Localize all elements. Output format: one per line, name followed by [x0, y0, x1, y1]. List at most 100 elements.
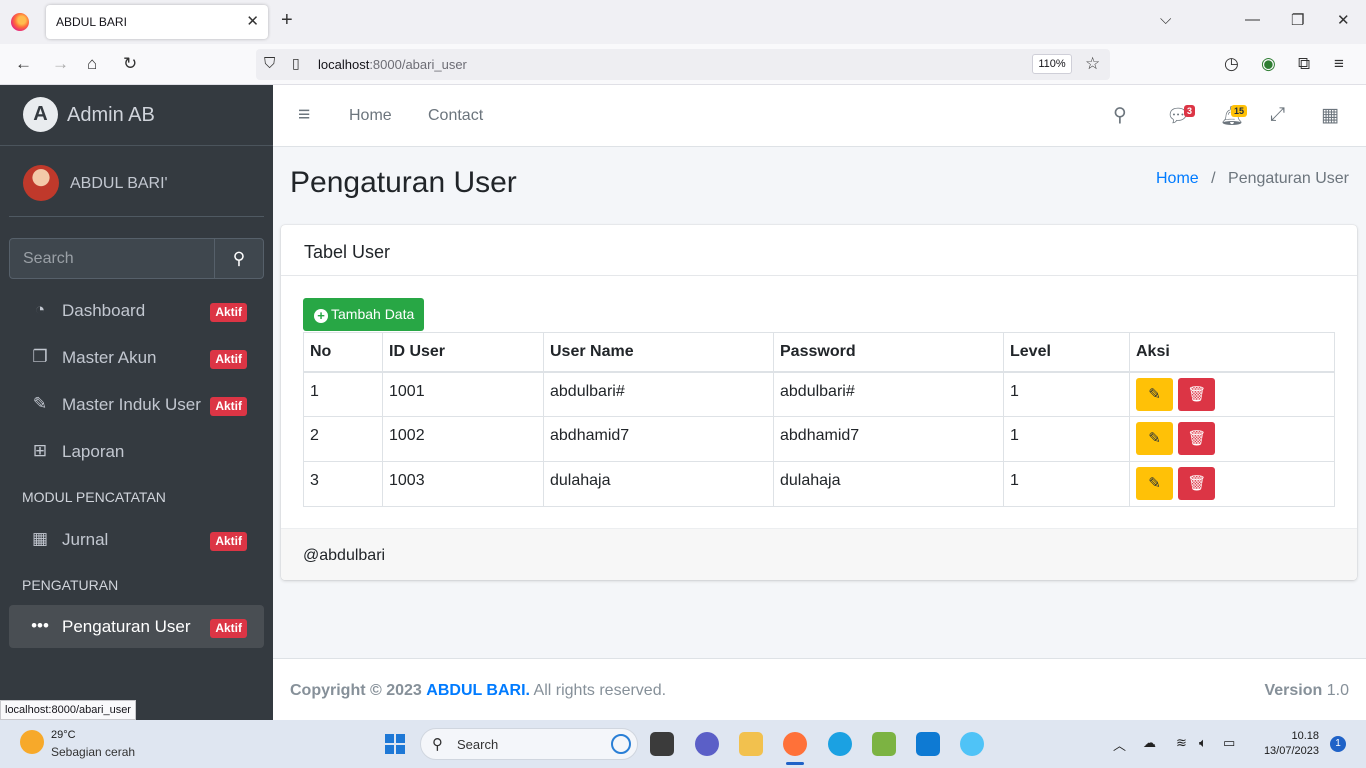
- clock-date: 13/07/2023: [1263, 745, 1319, 757]
- sidebar-item-master-akun[interactable]: ❐ Master Akun Aktif: [9, 336, 264, 379]
- nav-link-contact[interactable]: Contact: [428, 107, 483, 125]
- add-data-button[interactable]: + Tambah Data: [303, 298, 425, 331]
- main-footer: Copyright © 2023 ABDUL BARI. All rights …: [273, 658, 1366, 720]
- home-icon[interactable]: ⌂: [87, 54, 97, 74]
- delete-button[interactable]: 🗑︎: [1178, 422, 1216, 455]
- sidebar-item-label: Dashboard: [62, 301, 146, 320]
- weather-temp[interactable]: 29°C: [51, 729, 76, 741]
- delete-button[interactable]: 🗑︎: [1178, 467, 1216, 500]
- history-icon[interactable]: ◷: [1224, 54, 1239, 74]
- column-header: ID User: [382, 332, 544, 373]
- delete-button[interactable]: 🗑︎: [1178, 377, 1216, 411]
- column-header: User Name: [543, 332, 774, 373]
- reload-icon[interactable]: ↻: [123, 54, 137, 74]
- extensions-icon[interactable]: ⧉: [1298, 54, 1310, 74]
- brand-text: Admin AB: [67, 104, 155, 126]
- volume-icon[interactable]: 🔈︎: [1199, 735, 1207, 751]
- shield-icon[interactable]: ⛉: [264, 55, 275, 72]
- status-badge: Aktif: [210, 619, 247, 638]
- edit-button[interactable]: ✎: [1136, 467, 1173, 500]
- edit-button[interactable]: ✎: [1136, 422, 1173, 455]
- hamburger-menu-icon[interactable]: ≡: [298, 103, 310, 127]
- weather-desc[interactable]: Sebagian cerah: [51, 745, 135, 759]
- close-tab-icon[interactable]: ✕: [246, 12, 259, 30]
- cell-actions: ✎ 🗑︎: [1129, 461, 1335, 507]
- status-badge: Aktif: [210, 350, 247, 369]
- page-title: Pengaturan User: [290, 166, 517, 199]
- bookmark-star-icon[interactable]: ☆: [1085, 54, 1100, 74]
- edit-icon: ✎: [32, 394, 48, 413]
- cell-no: 3: [303, 461, 383, 507]
- version-label: Version: [1264, 682, 1323, 699]
- footer-brand-link[interactable]: ABDUL BARI.: [426, 682, 530, 699]
- chat-icon[interactable]: [695, 732, 719, 756]
- tab-title: ABDUL BARI: [56, 15, 127, 29]
- user-name[interactable]: ABDUL BARI': [70, 175, 168, 193]
- new-tab-icon[interactable]: +: [281, 9, 293, 32]
- weather-sun-icon[interactable]: [20, 730, 44, 754]
- taskbar-search[interactable]: ⚲ Search: [420, 728, 638, 760]
- url-bar[interactable]: ⛉ ▯ localhost:8000/abari_user 110% ☆: [256, 49, 1110, 80]
- sidebar-item-master-induk-user[interactable]: ✎ Master Induk User Aktif: [9, 383, 264, 426]
- status-url-tooltip: localhost:8000/abari_user: [0, 700, 136, 720]
- nav-link-home[interactable]: Home: [349, 107, 392, 125]
- sidebar-item-dashboard[interactable]: ◔ Dashboard Aktif: [9, 289, 264, 332]
- battery-icon[interactable]: ▭: [1223, 735, 1235, 751]
- firefox-taskbar-icon[interactable]: [783, 732, 807, 756]
- tray-chevron-icon[interactable]: ︿: [1113, 735, 1126, 754]
- close-window-icon[interactable]: ✕: [1337, 11, 1350, 29]
- status-badge: Aktif: [210, 532, 247, 551]
- back-icon[interactable]: ←: [15, 54, 32, 74]
- url-text[interactable]: localhost:8000/abari_user: [318, 57, 467, 72]
- sidebar-item-jurnal[interactable]: ▦ Jurnal Aktif: [9, 518, 264, 561]
- globe-app-icon[interactable]: [960, 732, 984, 756]
- sidebar-item-pengaturan-user[interactable]: ••• Pengaturan User Aktif: [9, 605, 264, 648]
- minimize-icon[interactable]: —: [1245, 11, 1260, 28]
- page-icon: ▯: [292, 55, 300, 71]
- task-view-icon[interactable]: [650, 732, 674, 756]
- card-footer-text: @abdulbari: [303, 547, 386, 564]
- menu-icon[interactable]: ≡: [1334, 54, 1344, 74]
- bing-icon[interactable]: [611, 734, 631, 754]
- sidebar-item-laporan[interactable]: ⊞ Laporan: [9, 430, 264, 473]
- cloud-icon[interactable]: ☁: [1143, 735, 1156, 751]
- user-panel[interactable]: ABDUL BARI': [9, 147, 264, 217]
- search-icon[interactable]: ⚲: [214, 239, 263, 278]
- add-data-label: Tambah Data: [331, 306, 415, 322]
- taskbar-search-label: Search: [457, 737, 499, 752]
- sidebar-search-input[interactable]: [10, 239, 215, 278]
- firefox-icon[interactable]: [11, 13, 29, 31]
- avatar: [23, 165, 59, 201]
- nav-header-modul: MODUL PENCATATAN: [22, 489, 166, 505]
- control-sidebar-icon[interactable]: ▦: [1321, 104, 1339, 127]
- forward-icon[interactable]: →: [52, 54, 69, 74]
- search-icon[interactable]: ⚲: [1113, 104, 1127, 127]
- column-header: No: [303, 332, 383, 373]
- vscode-icon[interactable]: [916, 732, 940, 756]
- column-header: Password: [773, 332, 1004, 373]
- extension-globe-icon[interactable]: ◉: [1261, 54, 1276, 74]
- cell-user-name: abdhamid7: [543, 416, 774, 462]
- cell-no: 1: [303, 371, 383, 417]
- edge-icon[interactable]: [828, 732, 852, 756]
- restore-icon[interactable]: ❐: [1291, 11, 1304, 29]
- breadcrumb-home[interactable]: Home: [1156, 170, 1199, 187]
- windows-start-icon[interactable]: [385, 734, 405, 754]
- xampp-icon[interactable]: [872, 732, 896, 756]
- cell-user-name: abdulbari#: [543, 371, 774, 417]
- active-app-indicator: [786, 762, 804, 765]
- tab-list-chevron-icon[interactable]: ⌵: [1160, 11, 1171, 28]
- card-header: Tabel User: [281, 225, 1357, 276]
- wifi-icon[interactable]: ≋: [1176, 735, 1187, 751]
- card-title: Tabel User: [304, 242, 391, 262]
- edit-button[interactable]: ✎: [1136, 377, 1173, 411]
- browser-tab[interactable]: ABDUL BARI ✕: [46, 5, 268, 39]
- taskbar: 29°C Sebagian cerah ⚲ Search ︿ ☁ ≋ 🔈︎ ▭ …: [0, 720, 1366, 768]
- card-footer: @abdulbari: [281, 528, 1357, 580]
- brand-link[interactable]: A Admin AB: [0, 85, 273, 146]
- notification-badge[interactable]: 1: [1330, 736, 1346, 752]
- zoom-level[interactable]: 110%: [1032, 54, 1072, 74]
- fullscreen-icon[interactable]: ⤢: [1270, 104, 1285, 126]
- file-explorer-icon[interactable]: [739, 732, 763, 756]
- clock[interactable]: 10.18 13/07/2023: [1264, 729, 1319, 759]
